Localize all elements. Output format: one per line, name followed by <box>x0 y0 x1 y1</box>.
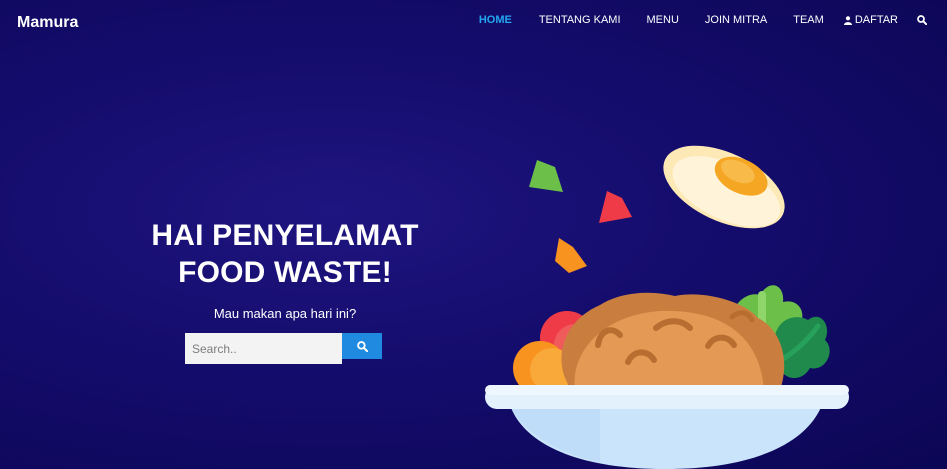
hero-subtitle: Mau makan apa hari ini? <box>213 306 357 321</box>
hero-title: HAI PENYELAMAT FOOD WASTE! <box>130 217 440 291</box>
nav-daftar[interactable]: DAFTAR <box>843 14 898 26</box>
hero-search-form <box>185 333 383 365</box>
search-icon <box>356 340 368 352</box>
nav-search-button[interactable] <box>917 15 927 25</box>
hero-title-line1: HAI PENYELAMAT <box>151 219 419 252</box>
search-input[interactable] <box>185 333 342 364</box>
brand-logo[interactable]: Mamura <box>17 14 78 32</box>
nav-menu-link[interactable]: MENU <box>647 14 679 26</box>
nav-home[interactable]: HOME <box>479 14 512 26</box>
nav-daftar-label: DAFTAR <box>854 14 898 26</box>
navbar: Mamura HOME TENTANG KAMI MENU JOIN MITRA… <box>0 0 947 42</box>
hero-title-line2: FOOD WASTE! <box>178 256 392 289</box>
nav-join-mitra[interactable]: JOIN MITRA <box>705 14 767 26</box>
search-button[interactable] <box>342 333 382 359</box>
nav-team[interactable]: TEAM <box>793 14 824 26</box>
nav-tentang-kami[interactable]: TENTANG KAMI <box>539 14 621 26</box>
fried-rice-bowl-icon <box>485 145 849 469</box>
nav-menu: HOME TENTANG KAMI MENU JOIN MITRA TEAM D… <box>479 12 947 28</box>
hero-section: HAI PENYELAMAT FOOD WASTE! Mau makan apa… <box>130 217 440 321</box>
user-icon <box>843 15 852 25</box>
search-icon <box>917 15 927 25</box>
